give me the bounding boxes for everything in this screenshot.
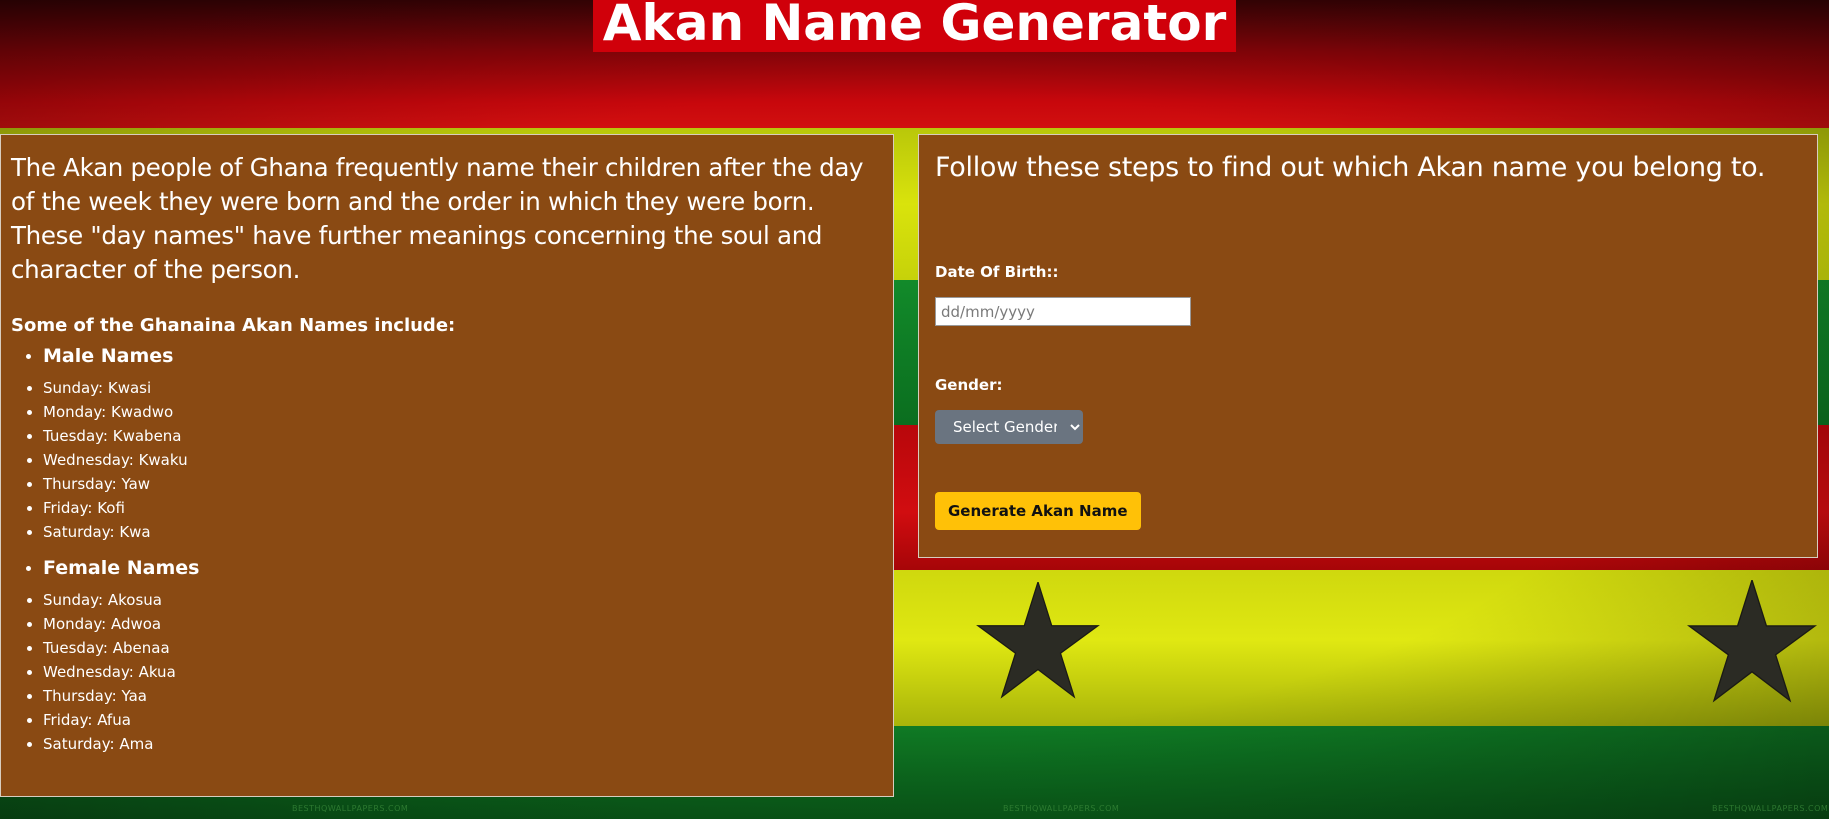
- list-item: Friday: Afua: [43, 708, 883, 732]
- list-item: Thursday: Yaw: [43, 472, 883, 496]
- female-names-title: Female Names: [43, 557, 200, 579]
- dob-field[interactable]: [935, 297, 1191, 326]
- dob-label: Date Of Birth::: [935, 263, 1059, 281]
- list-item: Saturday: Kwa: [43, 520, 883, 544]
- gender-select[interactable]: Select Gender: [935, 410, 1083, 444]
- list-item: Thursday: Yaa: [43, 684, 883, 708]
- list-item: Tuesday: Abenaa: [43, 636, 883, 660]
- list-item: Wednesday: Akua: [43, 660, 883, 684]
- gender-label: Gender:: [935, 376, 1003, 394]
- male-names-group: Male Names: [43, 342, 883, 370]
- male-days-list: Sunday: Kwasi Monday: Kwadwo Tuesday: Kw…: [43, 376, 883, 544]
- list-item: Saturday: Ama: [43, 732, 883, 756]
- form-panel: Follow these steps to find out which Aka…: [918, 134, 1818, 558]
- background-watermark: BESTHQWALLPAPERS.COM: [292, 804, 409, 813]
- info-panel: The Akan people of Ghana frequently name…: [0, 134, 894, 797]
- star-icon: [1686, 580, 1818, 703]
- intro-text: The Akan people of Ghana frequently name…: [11, 153, 864, 284]
- header: Akan Name Generator: [0, 0, 1829, 52]
- page: BESTHQWALLPAPERS.COM BESTHQWALLPAPERS.CO…: [0, 0, 1829, 819]
- list-item: Friday: Kofi: [43, 496, 883, 520]
- generate-akan-name-button[interactable]: Generate Akan Name: [935, 492, 1141, 530]
- background-watermark: BESTHQWALLPAPERS.COM: [1003, 804, 1120, 813]
- list-item: Sunday: Akosua: [43, 588, 883, 612]
- steps-title: Follow these steps to find out which Aka…: [935, 152, 1766, 183]
- akan-name-form: Date Of Birth:: Gender: Select Gender Ge…: [935, 263, 1801, 530]
- male-names-title: Male Names: [43, 345, 174, 367]
- female-days-list: Sunday: Akosua Monday: Adwoa Tuesday: Ab…: [43, 588, 883, 756]
- list-item: Sunday: Kwasi: [43, 376, 883, 400]
- list-item: Monday: Kwadwo: [43, 400, 883, 424]
- list-item: Tuesday: Kwabena: [43, 424, 883, 448]
- list-item: Monday: Adwoa: [43, 612, 883, 636]
- page-title: Akan Name Generator: [592, 0, 1237, 52]
- star-icon: [976, 582, 1100, 699]
- names-list-heading: Some of the Ghanaina Akan Names include:: [11, 315, 456, 336]
- list-item: Wednesday: Kwaku: [43, 448, 883, 472]
- female-names-group: Female Names: [43, 554, 883, 582]
- name-groups-list: Male Names Sunday: Kwasi Monday: Kwadwo …: [11, 342, 883, 756]
- background-watermark: BESTHQWALLPAPERS.COM: [1712, 804, 1829, 813]
